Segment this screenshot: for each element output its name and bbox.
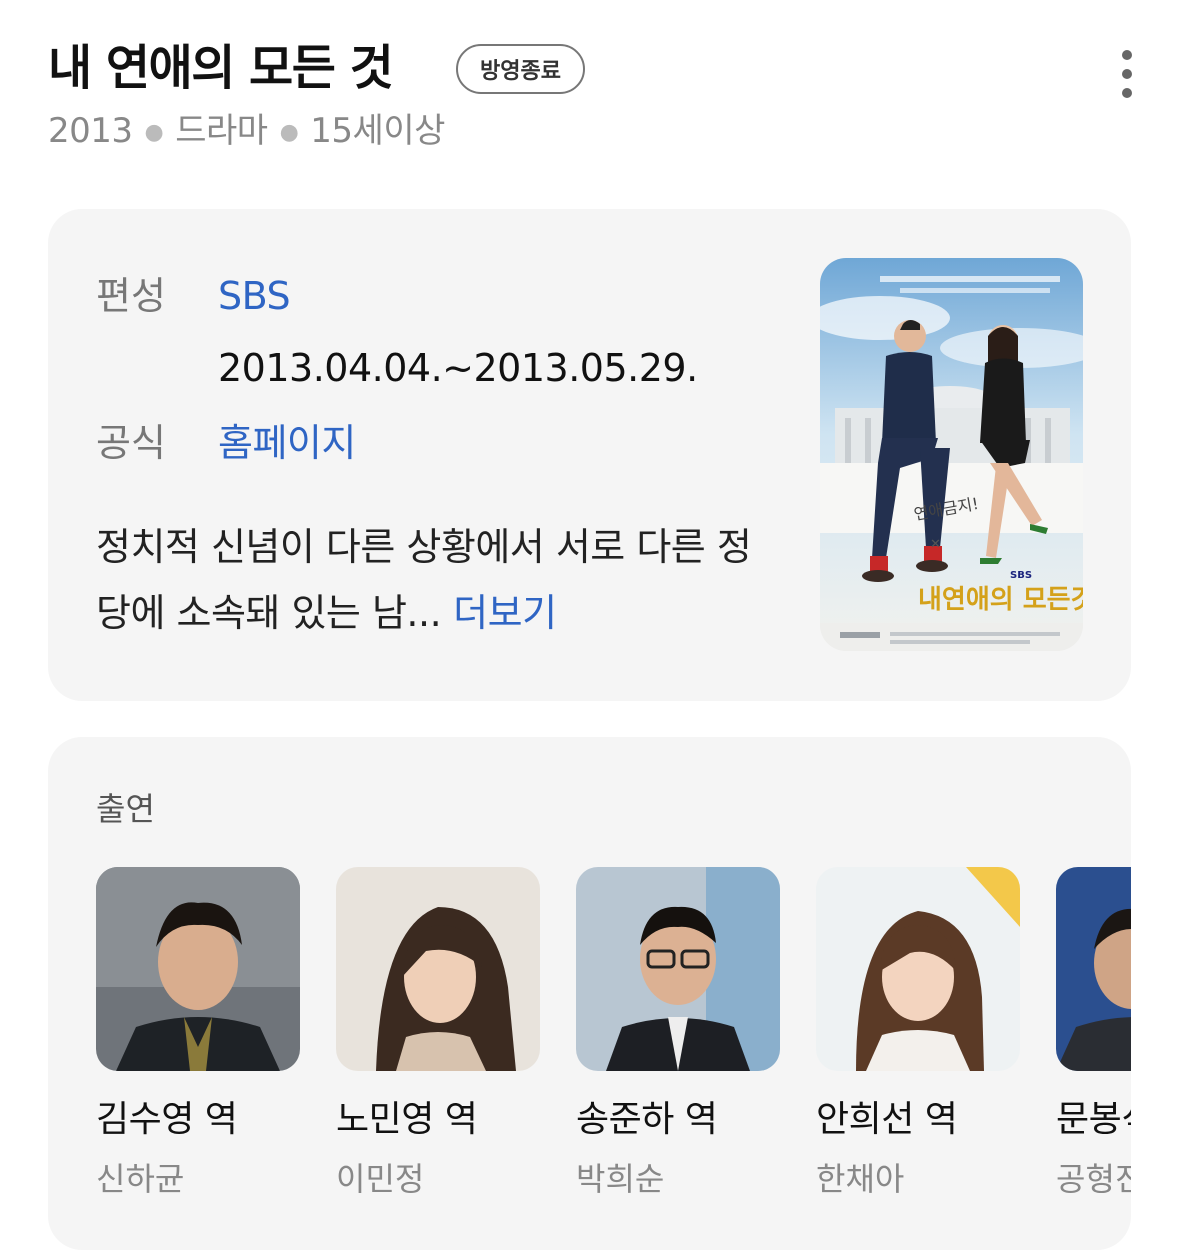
network-link[interactable]: SBS (218, 271, 291, 321)
poster-network-logo: SBS (1010, 570, 1032, 581)
air-period: 2013.04.04.~2013.05.29. (218, 346, 698, 390)
cast-actor: 공형진 (1056, 1160, 1131, 1198)
separator-dot: ● (144, 119, 164, 145)
network-label: 편성 (96, 274, 166, 318)
cast-heading: 출연 (96, 790, 155, 828)
cast-card: 출연 김수영 역 신하균 노민영 역 이민정 송준하 역 박희순 안희선 역 한… (48, 737, 1131, 1250)
info-card: 편성 SBS 2013.04.04.~2013.05.29. 공식 홈페이지 정… (48, 209, 1131, 701)
cast-photo (816, 867, 1020, 1071)
official-label: 공식 (96, 421, 166, 465)
cast-item[interactable]: 노민영 역 이민정 (336, 867, 540, 1198)
age-rating: 15세이상 (310, 111, 445, 151)
ellipsis-dot (1122, 88, 1132, 98)
synopsis-text: 정치적 신념이 다른 상황에서 서로 다른 정당에 소속돼 있는 남... (96, 525, 752, 635)
page-title: 내 연애의 모든 것 (48, 40, 394, 96)
ellipsis-dot (1122, 69, 1132, 79)
cast-actor: 신하균 (96, 1160, 185, 1198)
year: 2013 (48, 111, 133, 151)
homepage-link[interactable]: 홈페이지 (218, 418, 356, 468)
cast-actor: 박희순 (576, 1160, 665, 1198)
cast-photo (336, 867, 540, 1071)
cast-photo (576, 867, 780, 1071)
cast-actor: 한채아 (816, 1160, 905, 1198)
poster-title: 내연애의 모든것 (918, 585, 1083, 615)
drama-poster[interactable]: 연애금지! ✕ SBS 내연애의 모든것 (820, 258, 1083, 651)
separator-dot: ● (279, 119, 299, 145)
cast-actor: 이민정 (336, 1160, 425, 1198)
svg-text:✕: ✕ (930, 537, 941, 552)
genre: 드라마 (175, 111, 268, 151)
cast-role: 노민영 역 (336, 1099, 478, 1140)
cast-photo (1056, 867, 1131, 1071)
more-options-button[interactable] (1110, 50, 1144, 98)
cast-list: 김수영 역 신하균 노민영 역 이민정 송준하 역 박희순 안희선 역 한채아 … (96, 867, 1131, 1247)
cast-role: 안희선 역 (816, 1099, 958, 1140)
poster-image: 연애금지! ✕ SBS 내연애의 모든것 (820, 258, 1083, 651)
cast-role: 송준하 역 (576, 1099, 718, 1140)
cast-item[interactable]: 김수영 역 신하균 (96, 867, 300, 1198)
status-badge: 방영종료 (456, 44, 585, 94)
vertical-ellipsis-icon (1122, 50, 1132, 60)
cast-item[interactable]: 송준하 역 박희순 (576, 867, 780, 1198)
more-link[interactable]: 더보기 (453, 591, 557, 635)
meta-line: 2013 ● 드라마 ● 15세이상 (48, 106, 445, 158)
cast-role: 김수영 역 (96, 1099, 238, 1140)
cast-item[interactable]: 문봉식 역 공형진 (1056, 867, 1131, 1198)
synopsis: 정치적 신념이 다른 상황에서 서로 다른 정당에 소속돼 있는 남... 더보기 (96, 514, 776, 646)
cast-role: 문봉식 역 (1056, 1099, 1131, 1140)
cast-item[interactable]: 안희선 역 한채아 (816, 867, 1020, 1198)
cast-photo (96, 867, 300, 1071)
